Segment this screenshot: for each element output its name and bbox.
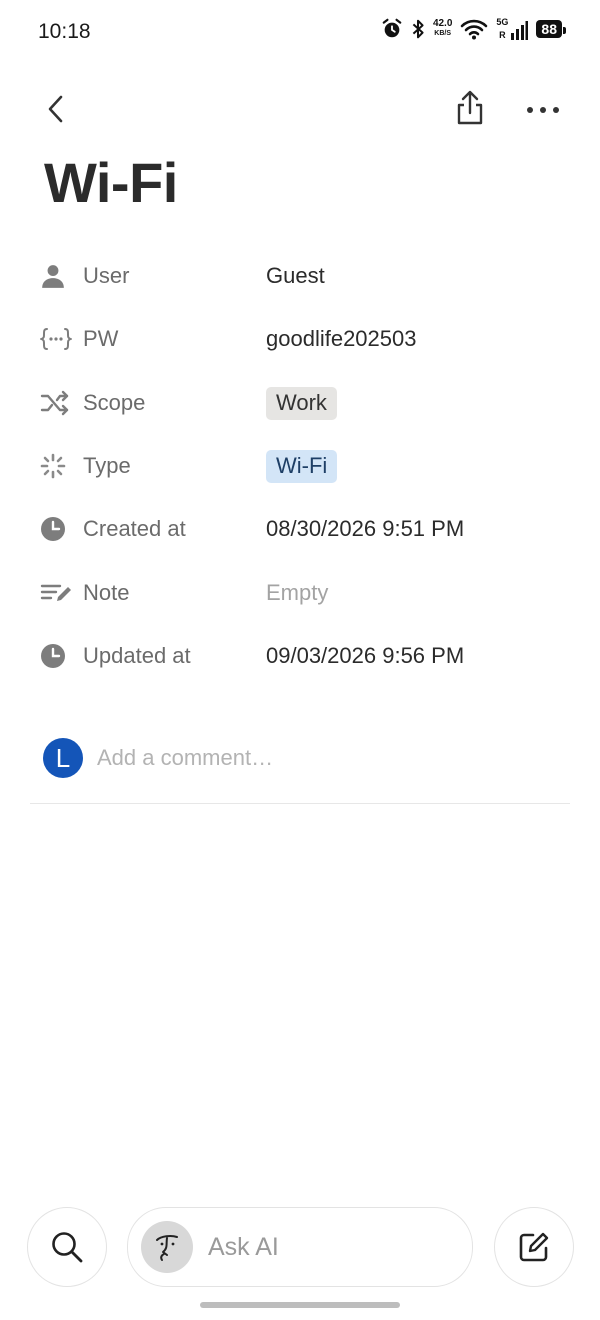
share-button[interactable]	[448, 86, 492, 130]
clock-icon	[41, 517, 65, 541]
formula-braces-icon	[40, 328, 72, 350]
property-value-user[interactable]: Guest	[266, 263, 325, 289]
alarm-icon	[382, 18, 402, 38]
home-indicator[interactable]	[200, 1302, 400, 1308]
property-row-pw[interactable]: PW goodlife202503	[40, 319, 560, 359]
loading-spinner-icon	[40, 453, 66, 479]
property-row-updated-at[interactable]: Updated at 09/03/2026 9:56 PM	[40, 636, 560, 676]
roaming-indicator: R	[499, 30, 506, 40]
status-time: 10:18	[38, 20, 91, 43]
property-value-note[interactable]: Empty	[266, 580, 328, 606]
page-title: Wi-Fi	[44, 151, 178, 214]
property-label-scope: Scope	[83, 390, 146, 415]
compose-icon	[519, 1232, 549, 1262]
network-speed: 42.0 KB/S	[433, 19, 452, 39]
property-value-updated-at: 09/03/2026 9:56 PM	[266, 643, 465, 668]
property-label-created-at: Created at	[83, 516, 186, 541]
net-speed-unit: KB/S	[434, 30, 452, 37]
property-label-note: Note	[83, 580, 130, 605]
property-row-created-at[interactable]: Created at 08/30/2026 9:51 PM	[40, 509, 560, 549]
avatar: L	[43, 738, 83, 778]
note-lines-icon	[40, 584, 71, 601]
property-label-user: User	[83, 263, 130, 288]
status-icons: 42.0 KB/S 5G R 88	[381, 17, 566, 40]
property-row-note[interactable]: Note Empty	[40, 573, 560, 613]
shuffle-icon	[40, 390, 69, 416]
search-icon	[52, 1232, 83, 1263]
cell-signal: 5G R	[496, 17, 529, 40]
bluetooth-icon	[412, 19, 424, 39]
search-button[interactable]	[27, 1207, 107, 1287]
person-icon	[42, 265, 64, 288]
property-label-type: Type	[83, 453, 131, 478]
divider	[30, 803, 570, 804]
property-row-type[interactable]: Type Wi-Fi	[40, 446, 560, 486]
share-icon	[457, 90, 483, 125]
back-button[interactable]	[36, 88, 76, 130]
net-speed-value: 42.0	[432, 18, 453, 29]
clock-icon	[41, 644, 65, 668]
property-row-user[interactable]: User Guest	[40, 256, 560, 296]
property-label-pw: PW	[83, 326, 119, 351]
battery-icon: 88	[536, 20, 566, 38]
more-horizontal-icon	[527, 107, 559, 113]
ask-ai-label: Ask AI	[208, 1232, 279, 1261]
chevron-left-icon	[48, 95, 63, 123]
property-row-scope[interactable]: Scope Work	[40, 383, 560, 423]
type-tag[interactable]: Wi-Fi	[266, 449, 338, 483]
property-value-pw[interactable]: goodlife202503	[266, 326, 416, 352]
signal-icon	[511, 21, 529, 40]
comment-input[interactable]	[97, 743, 537, 773]
scope-tag[interactable]: Work	[266, 386, 337, 420]
wifi-icon	[461, 19, 488, 40]
property-label-updated-at: Updated at	[83, 643, 191, 668]
more-button[interactable]	[520, 90, 566, 130]
compose-button[interactable]	[494, 1207, 574, 1287]
property-value-created-at: 08/30/2026 9:51 PM	[266, 516, 465, 541]
ask-ai-button[interactable]: Ask AI	[127, 1207, 473, 1287]
ai-face-icon	[156, 1235, 178, 1261]
network-type: 5G	[496, 17, 509, 27]
